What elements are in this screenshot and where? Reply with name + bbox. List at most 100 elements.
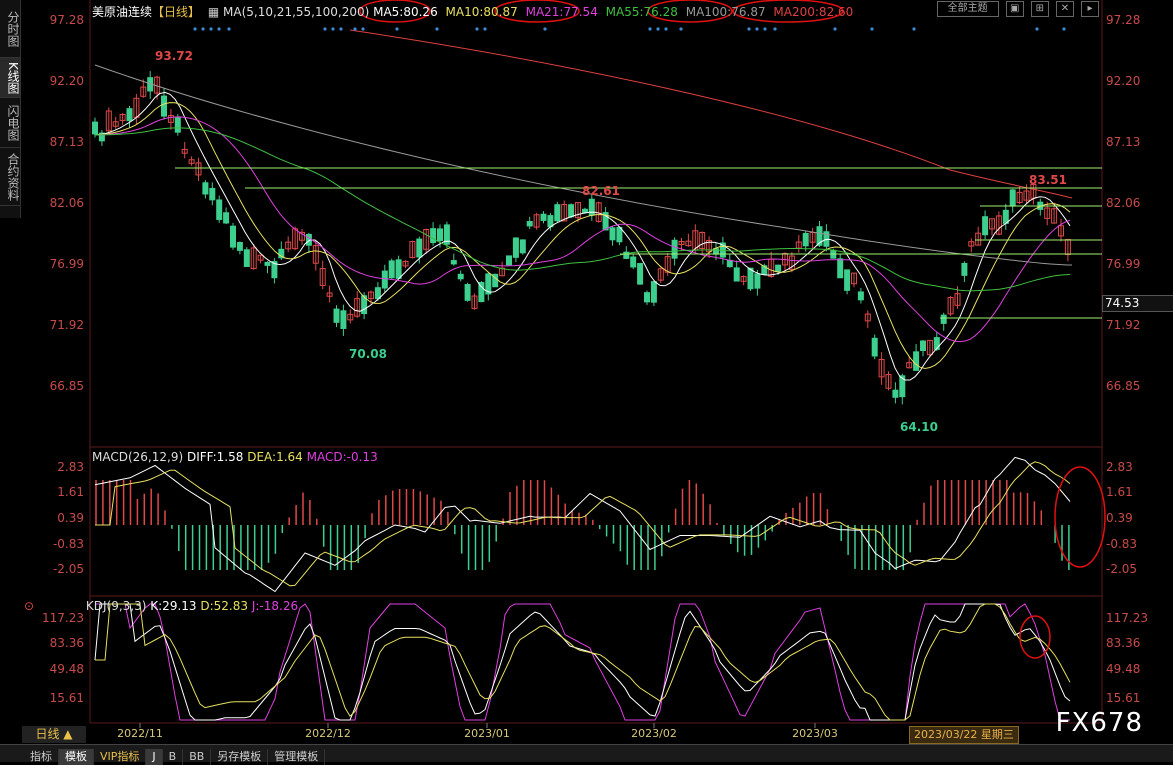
macd-dea: DEA:1.64 — [247, 450, 303, 464]
price-tick-left: 92.20 — [50, 74, 84, 88]
ma21-line — [94, 116, 1071, 343]
tab-templates[interactable]: 模板 — [59, 749, 94, 765]
tab-bb[interactable]: BB — [183, 749, 212, 765]
tab-manage-templates[interactable]: 管理模板 — [268, 749, 326, 765]
kdj-j: J:-18.26 — [251, 599, 299, 613]
kline-chart[interactable]: 97.28 97.28 92.20 92.20 87.13 87.13 82.06 82.06… — [0, 0, 1173, 744]
kdj-tick-right: 15.61 — [1106, 691, 1140, 705]
toolbar-right: 全部主题 ▣ ⊞ ✕ ▸ — [936, 1, 1099, 20]
restore-icon[interactable]: ▣ — [1005, 1, 1024, 17]
price-tick-left: 97.28 — [50, 13, 84, 27]
candle-body — [202, 182, 209, 195]
period-switch-button[interactable]: 日线 ▲ — [22, 726, 86, 743]
chart-icon: ▦ — [207, 5, 220, 19]
kdj-tick-right: 83.36 — [1106, 636, 1140, 650]
candle-body — [457, 273, 464, 280]
candle-body — [644, 292, 650, 303]
candle-body — [430, 228, 437, 243]
tab-j[interactable]: J — [146, 749, 163, 765]
kdj-settings-icon[interactable]: ⊙ — [24, 599, 34, 613]
theme-dropdown[interactable]: 全部主题 — [936, 1, 999, 17]
watermark-logo: FX678 — [1055, 708, 1143, 738]
tab-save-template[interactable]: 另存模板 — [211, 749, 269, 765]
candle-body — [1009, 189, 1016, 207]
signal-dot — [912, 27, 916, 31]
candle-body — [982, 216, 989, 236]
cursor-date-readout: 2023/03/22 星期三 — [909, 726, 1019, 744]
candle-body — [726, 259, 733, 268]
ma5-value: MA5:80.26 — [373, 5, 438, 19]
ma100-line — [94, 64, 1073, 266]
macd-label[interactable]: MACD(26,12,9) — [92, 450, 183, 464]
kdj-tick-right: 117.23 — [1106, 611, 1148, 625]
signal-dot — [543, 27, 547, 31]
macd-value: MACD:-0.13 — [306, 450, 378, 464]
candle-body — [754, 273, 761, 289]
candle-body — [609, 227, 616, 241]
candle-body — [333, 308, 340, 323]
macd-tick-right: -2.05 — [1106, 562, 1137, 576]
signal-dot — [679, 27, 683, 31]
candle-body — [961, 262, 968, 276]
signal-dot — [201, 27, 205, 31]
ma21-value: MA21:77.54 — [525, 5, 598, 19]
candle-body — [933, 337, 940, 350]
price-tick-right: 97.28 — [1106, 13, 1140, 27]
price-tick-left: 82.06 — [50, 196, 84, 210]
price-tick-left: 71.92 — [50, 318, 84, 332]
candle-body — [236, 242, 243, 251]
candle-body — [340, 310, 347, 329]
ma-settings-label[interactable]: MA(5,10,21,55,100,200) — [223, 5, 369, 19]
price-tick-right: 92.20 — [1106, 74, 1140, 88]
ma10-value: MA10:80.87 — [445, 5, 518, 19]
candle-body — [437, 228, 443, 242]
tab-vip-indicators[interactable]: VIP指标 — [94, 749, 147, 765]
kdj-d-line — [95, 603, 1071, 721]
signal-dot — [339, 27, 343, 31]
price-tick-right: 71.92 — [1106, 318, 1140, 332]
kdj-label[interactable]: KDJ(9,3,3) — [86, 599, 147, 613]
tab-indicators[interactable]: 指标 — [24, 749, 59, 765]
candle-body — [733, 267, 740, 282]
time-axis-label: 2022/12 — [305, 727, 351, 740]
candle-body — [857, 291, 864, 301]
macd-tick-left: -0.83 — [53, 537, 84, 551]
ma100-value: MA100:76.87 — [685, 5, 766, 19]
signal-dot — [361, 27, 365, 31]
chart-header: 美原油连续【日线】 ▦ MA(5,10,21,55,100,200) MA5:8… — [92, 3, 853, 20]
candle-body — [512, 237, 519, 258]
price-tick-right: 76.99 — [1106, 257, 1140, 271]
kdj-tick-left: 49.48 — [50, 662, 84, 676]
signal-dot — [656, 27, 660, 31]
annotation-low: 70.08 — [349, 347, 387, 361]
macd-tick-right: 0.39 — [1106, 511, 1133, 525]
candle-body — [637, 263, 644, 285]
price-tick-left: 76.99 — [50, 257, 84, 271]
candle-body — [802, 232, 809, 247]
close-icon[interactable]: ✕ — [1055, 1, 1074, 17]
signal-dot — [217, 27, 221, 31]
candle-body — [209, 187, 216, 201]
time-axis-label: 2022/11 — [117, 727, 163, 740]
candle-body — [374, 287, 381, 300]
candle-body — [940, 314, 947, 324]
candle-body — [871, 337, 878, 357]
tab-b[interactable]: B — [163, 749, 184, 765]
macd-diff: DIFF:1.58 — [186, 450, 244, 464]
annotation-high: 82.61 — [582, 184, 620, 198]
candle-body — [547, 215, 554, 228]
candle-body — [92, 121, 98, 135]
annotation-high: 83.51 — [1029, 173, 1067, 187]
candle-body — [913, 351, 920, 371]
more-icon[interactable]: ▸ — [1081, 1, 1099, 17]
bottom-toolbar: 指标 模板 VIP指标 J B BB 另存模板 管理模板 — [0, 744, 1173, 765]
candle-body — [161, 95, 167, 117]
candle-body — [381, 270, 388, 289]
candle-body — [837, 258, 844, 279]
candle-body — [519, 239, 526, 254]
signal-dot — [1062, 27, 1066, 31]
layout-icon[interactable]: ⊞ — [1030, 1, 1049, 17]
candle-body — [174, 117, 181, 133]
price-tick-left: 66.85 — [50, 379, 84, 393]
candle-body — [920, 340, 926, 352]
